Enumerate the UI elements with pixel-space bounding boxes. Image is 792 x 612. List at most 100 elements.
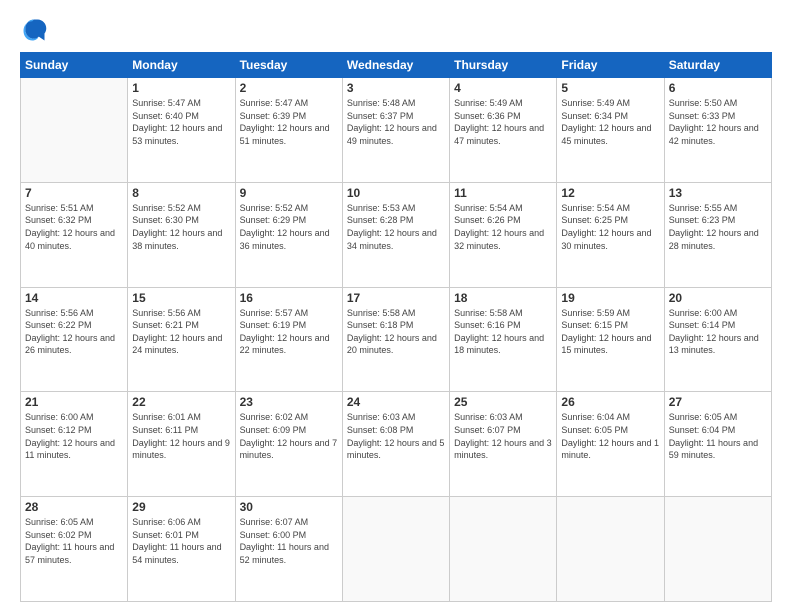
day-info: Sunrise: 5:49 AMSunset: 6:36 PMDaylight:… bbox=[454, 97, 552, 147]
day-number: 11 bbox=[454, 186, 552, 200]
day-info: Sunrise: 5:50 AMSunset: 6:33 PMDaylight:… bbox=[669, 97, 767, 147]
calendar-cell: 28 Sunrise: 6:05 AMSunset: 6:02 PMDayligh… bbox=[21, 497, 128, 602]
day-number: 12 bbox=[561, 186, 659, 200]
calendar-cell: 12 Sunrise: 5:54 AMSunset: 6:25 PMDayligh… bbox=[557, 182, 664, 287]
calendar-cell: 5 Sunrise: 5:49 AMSunset: 6:34 PMDaylight… bbox=[557, 78, 664, 183]
day-number: 29 bbox=[132, 500, 230, 514]
day-info: Sunrise: 5:52 AMSunset: 6:30 PMDaylight:… bbox=[132, 202, 230, 252]
calendar-cell: 9Sunrise: 5:52 AMSunset: 6:29 PMDaylight… bbox=[235, 182, 342, 287]
week-row-2: 7 Sunrise: 5:51 AMSunset: 6:32 PMDaylight… bbox=[21, 182, 772, 287]
day-number: 22 bbox=[132, 395, 230, 409]
calendar-cell bbox=[557, 497, 664, 602]
header bbox=[20, 16, 772, 44]
day-header-saturday: Saturday bbox=[664, 53, 771, 78]
calendar-cell: 15Sunrise: 5:56 AMSunset: 6:21 PMDayligh… bbox=[128, 287, 235, 392]
logo bbox=[20, 16, 52, 44]
day-number: 16 bbox=[240, 291, 338, 305]
day-number: 2 bbox=[240, 81, 338, 95]
calendar-cell: 27Sunrise: 6:05 AMSunset: 6:04 PMDayligh… bbox=[664, 392, 771, 497]
day-info: Sunrise: 6:03 AMSunset: 6:08 PMDaylight:… bbox=[347, 411, 445, 461]
calendar-cell bbox=[450, 497, 557, 602]
day-number: 3 bbox=[347, 81, 445, 95]
day-info: Sunrise: 5:54 AMSunset: 6:26 PMDaylight:… bbox=[454, 202, 552, 252]
week-row-3: 14 Sunrise: 5:56 AMSunset: 6:22 PMDayligh… bbox=[21, 287, 772, 392]
calendar-cell: 2 Sunrise: 5:47 AMSunset: 6:39 PMDaylight… bbox=[235, 78, 342, 183]
day-info: Sunrise: 6:06 AMSunset: 6:01 PMDaylight:… bbox=[132, 516, 230, 566]
calendar-cell: 23Sunrise: 6:02 AMSunset: 6:09 PMDayligh… bbox=[235, 392, 342, 497]
calendar-cell: 22 Sunrise: 6:01 AMSunset: 6:11 PMDayligh… bbox=[128, 392, 235, 497]
day-info: Sunrise: 6:00 AMSunset: 6:14 PMDaylight:… bbox=[669, 307, 767, 357]
day-number: 19 bbox=[561, 291, 659, 305]
day-number: 21 bbox=[25, 395, 123, 409]
day-number: 1 bbox=[132, 81, 230, 95]
calendar-cell: 26Sunrise: 6:04 AMSunset: 6:05 PMDayligh… bbox=[557, 392, 664, 497]
calendar-cell: 19 Sunrise: 5:59 AMSunset: 6:15 PMDayligh… bbox=[557, 287, 664, 392]
day-number: 20 bbox=[669, 291, 767, 305]
logo-icon bbox=[20, 16, 48, 44]
day-header-thursday: Thursday bbox=[450, 53, 557, 78]
day-info: Sunrise: 5:47 AMSunset: 6:40 PMDaylight:… bbox=[132, 97, 230, 147]
day-info: Sunrise: 5:51 AMSunset: 6:32 PMDaylight:… bbox=[25, 202, 123, 252]
day-header-sunday: Sunday bbox=[21, 53, 128, 78]
calendar-cell: 16 Sunrise: 5:57 AMSunset: 6:19 PMDayligh… bbox=[235, 287, 342, 392]
calendar-cell: 3Sunrise: 5:48 AMSunset: 6:37 PMDaylight… bbox=[342, 78, 449, 183]
day-info: Sunrise: 6:05 AMSunset: 6:02 PMDaylight:… bbox=[25, 516, 123, 566]
day-info: Sunrise: 6:00 AMSunset: 6:12 PMDaylight:… bbox=[25, 411, 123, 461]
page: SundayMondayTuesdayWednesdayThursdayFrid… bbox=[0, 0, 792, 612]
calendar-cell bbox=[342, 497, 449, 602]
day-number: 13 bbox=[669, 186, 767, 200]
day-info: Sunrise: 5:59 AMSunset: 6:15 PMDaylight:… bbox=[561, 307, 659, 357]
calendar-cell: 4Sunrise: 5:49 AMSunset: 6:36 PMDaylight… bbox=[450, 78, 557, 183]
day-info: Sunrise: 6:03 AMSunset: 6:07 PMDaylight:… bbox=[454, 411, 552, 461]
calendar-cell: 30 Sunrise: 6:07 AMSunset: 6:00 PMDayligh… bbox=[235, 497, 342, 602]
day-info: Sunrise: 5:53 AMSunset: 6:28 PMDaylight:… bbox=[347, 202, 445, 252]
day-number: 30 bbox=[240, 500, 338, 514]
day-header-tuesday: Tuesday bbox=[235, 53, 342, 78]
day-number: 6 bbox=[669, 81, 767, 95]
calendar-cell: 21 Sunrise: 6:00 AMSunset: 6:12 PMDayligh… bbox=[21, 392, 128, 497]
calendar-cell: 10 Sunrise: 5:53 AMSunset: 6:28 PMDayligh… bbox=[342, 182, 449, 287]
day-number: 14 bbox=[25, 291, 123, 305]
day-info: Sunrise: 5:54 AMSunset: 6:25 PMDaylight:… bbox=[561, 202, 659, 252]
calendar-table: SundayMondayTuesdayWednesdayThursdayFrid… bbox=[20, 52, 772, 602]
day-info: Sunrise: 6:01 AMSunset: 6:11 PMDaylight:… bbox=[132, 411, 230, 461]
day-info: Sunrise: 5:52 AMSunset: 6:29 PMDaylight:… bbox=[240, 202, 338, 252]
day-number: 5 bbox=[561, 81, 659, 95]
day-number: 8 bbox=[132, 186, 230, 200]
day-number: 25 bbox=[454, 395, 552, 409]
day-info: Sunrise: 6:07 AMSunset: 6:00 PMDaylight:… bbox=[240, 516, 338, 566]
day-info: Sunrise: 6:02 AMSunset: 6:09 PMDaylight:… bbox=[240, 411, 338, 461]
day-number: 10 bbox=[347, 186, 445, 200]
day-number: 7 bbox=[25, 186, 123, 200]
week-row-1: 1 Sunrise: 5:47 AMSunset: 6:40 PMDaylight… bbox=[21, 78, 772, 183]
calendar-cell: 11 Sunrise: 5:54 AMSunset: 6:26 PMDayligh… bbox=[450, 182, 557, 287]
day-info: Sunrise: 5:58 AMSunset: 6:16 PMDaylight:… bbox=[454, 307, 552, 357]
calendar-cell: 7 Sunrise: 5:51 AMSunset: 6:32 PMDaylight… bbox=[21, 182, 128, 287]
day-info: Sunrise: 5:56 AMSunset: 6:22 PMDaylight:… bbox=[25, 307, 123, 357]
calendar-cell: 24 Sunrise: 6:03 AMSunset: 6:08 PMDayligh… bbox=[342, 392, 449, 497]
calendar-cell: 29 Sunrise: 6:06 AMSunset: 6:01 PMDayligh… bbox=[128, 497, 235, 602]
day-number: 18 bbox=[454, 291, 552, 305]
day-info: Sunrise: 5:57 AMSunset: 6:19 PMDaylight:… bbox=[240, 307, 338, 357]
calendar-cell: 8 Sunrise: 5:52 AMSunset: 6:30 PMDaylight… bbox=[128, 182, 235, 287]
calendar-header-row: SundayMondayTuesdayWednesdayThursdayFrid… bbox=[21, 53, 772, 78]
day-info: Sunrise: 5:49 AMSunset: 6:34 PMDaylight:… bbox=[561, 97, 659, 147]
calendar-cell: 25 Sunrise: 6:03 AMSunset: 6:07 PMDayligh… bbox=[450, 392, 557, 497]
week-row-4: 21 Sunrise: 6:00 AMSunset: 6:12 PMDayligh… bbox=[21, 392, 772, 497]
calendar-cell: 20 Sunrise: 6:00 AMSunset: 6:14 PMDayligh… bbox=[664, 287, 771, 392]
calendar-cell: 18 Sunrise: 5:58 AMSunset: 6:16 PMDayligh… bbox=[450, 287, 557, 392]
day-number: 24 bbox=[347, 395, 445, 409]
calendar-cell: 14 Sunrise: 5:56 AMSunset: 6:22 PMDayligh… bbox=[21, 287, 128, 392]
calendar-cell bbox=[664, 497, 771, 602]
day-number: 17 bbox=[347, 291, 445, 305]
calendar-cell: 6 Sunrise: 5:50 AMSunset: 6:33 PMDaylight… bbox=[664, 78, 771, 183]
day-info: Sunrise: 5:55 AMSunset: 6:23 PMDaylight:… bbox=[669, 202, 767, 252]
day-number: 26 bbox=[561, 395, 659, 409]
day-number: 27 bbox=[669, 395, 767, 409]
day-number: 28 bbox=[25, 500, 123, 514]
day-info: Sunrise: 5:56 AMSunset: 6:21 PMDaylight:… bbox=[132, 307, 230, 357]
week-row-5: 28 Sunrise: 6:05 AMSunset: 6:02 PMDayligh… bbox=[21, 497, 772, 602]
calendar-cell: 13 Sunrise: 5:55 AMSunset: 6:23 PMDayligh… bbox=[664, 182, 771, 287]
calendar-cell bbox=[21, 78, 128, 183]
day-info: Sunrise: 5:47 AMSunset: 6:39 PMDaylight:… bbox=[240, 97, 338, 147]
